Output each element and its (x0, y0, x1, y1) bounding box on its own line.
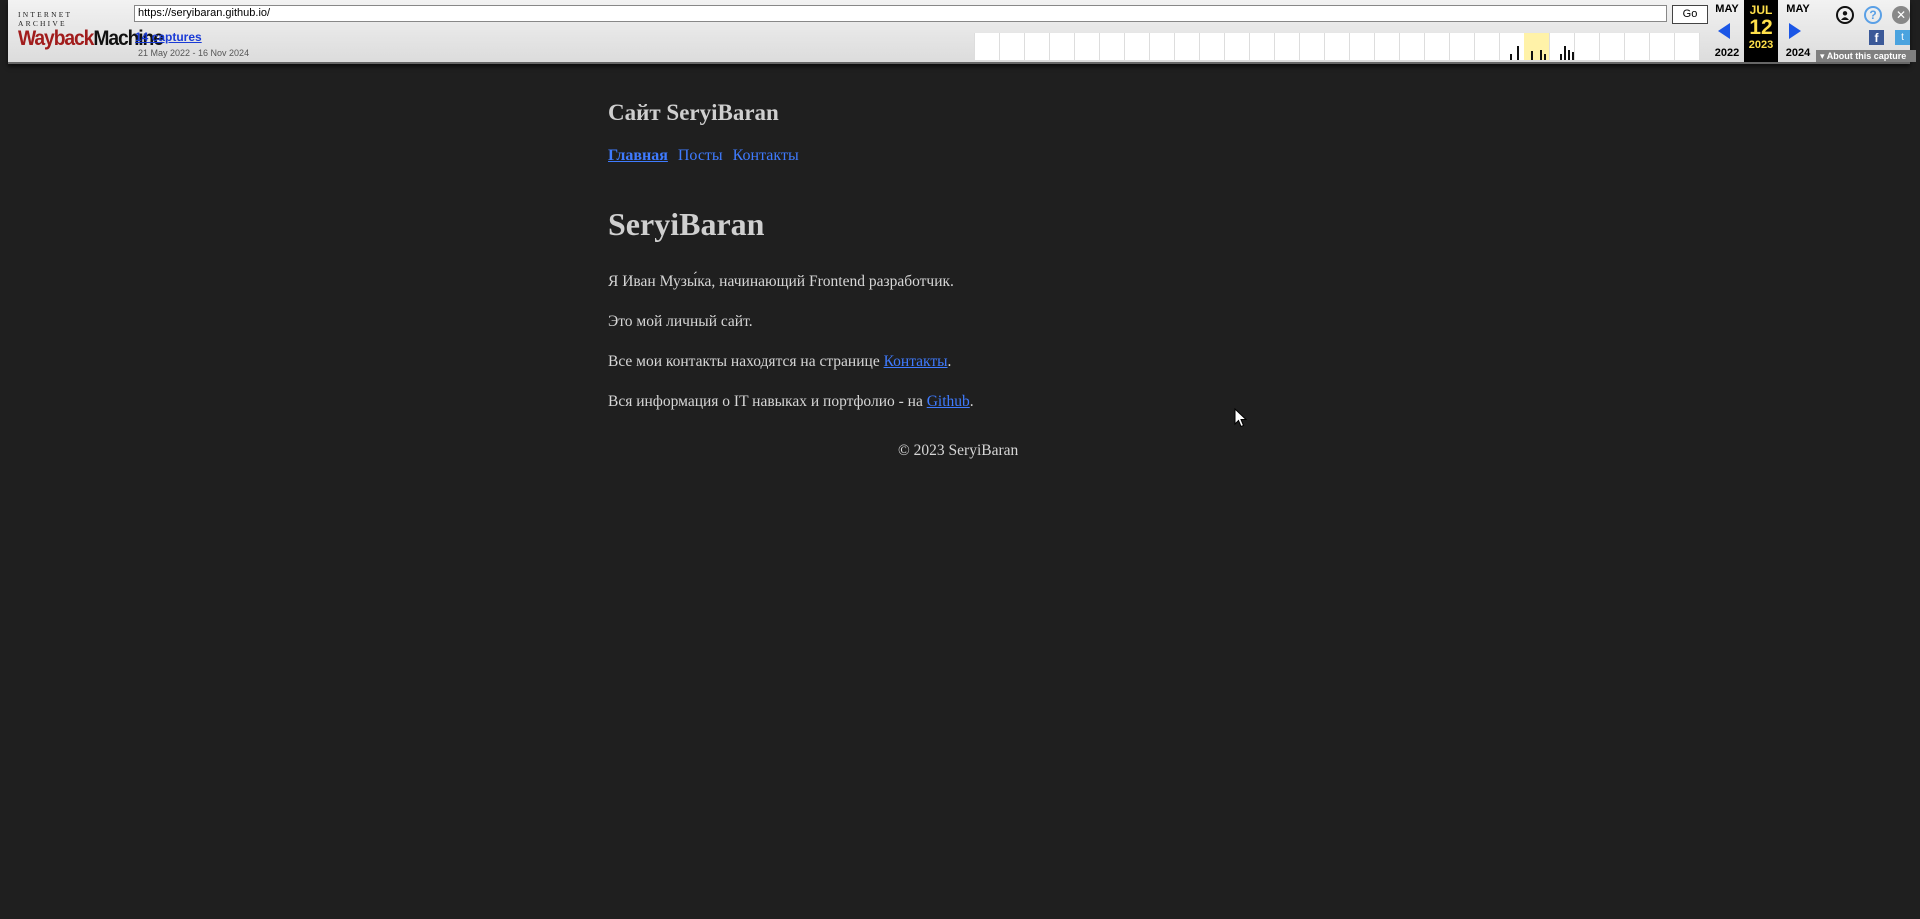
help-icon[interactable]: ? (1864, 6, 1882, 24)
current-capture-day: 12 (1749, 16, 1773, 39)
close-icon[interactable]: ✕ (1892, 6, 1910, 24)
sparkline-capture-bar (1510, 54, 1512, 60)
sparkline-year-column (1424, 33, 1425, 60)
sparkline-year-column (1224, 33, 1225, 60)
wayback-logo[interactable]: INTERNET ARCHIVE WaybackMachine (18, 10, 164, 50)
sparkline-year-column (1574, 33, 1575, 60)
chevron-down-icon: ▾ (1820, 51, 1825, 61)
sparkline-year-column (1049, 33, 1050, 60)
sparkline-capture-bar (1540, 50, 1542, 60)
sparkline-capture-bar (1572, 52, 1574, 60)
capture-date-range: 21 May 2022 - 16 Nov 2024 (138, 48, 250, 58)
go-button[interactable]: Go (1672, 5, 1708, 24)
sparkline-year-column (1474, 33, 1475, 60)
github-paragraph: Вся информация о IT навыках и портфолио … (608, 393, 974, 411)
logo-internet-archive-text: INTERNET ARCHIVE (18, 10, 73, 28)
sparkline-year-column (1449, 33, 1450, 60)
sparkline-year-column (999, 33, 1000, 60)
footer-copyright: © 2023 SeryiBaran (898, 442, 1019, 459)
facebook-icon[interactable]: f (1869, 30, 1884, 45)
sparkline-year-column (1649, 33, 1650, 60)
nav-link-contacts[interactable]: Контакты (733, 147, 799, 164)
wayback-url-input[interactable]: https://seryibaran.github.io/ (134, 5, 1667, 22)
site-nav: Главная Посты Контакты (608, 147, 805, 165)
sparkline-capture-bar (1568, 50, 1570, 60)
sparkline-year-column (1399, 33, 1400, 60)
captures-sparkline[interactable] (974, 33, 1700, 60)
sparkline-year-column (1149, 33, 1150, 60)
sparkline-year-column (1274, 33, 1275, 60)
logo-wayback-text: WaybackMachine (18, 27, 164, 50)
nav-link-posts[interactable]: Посты (678, 147, 723, 164)
prev-capture-month[interactable]: MAY (1710, 3, 1744, 15)
sparkline-capture-bar (1564, 46, 1566, 60)
mouse-cursor-icon (1234, 408, 1248, 428)
next-capture-arrow-icon[interactable] (1789, 23, 1801, 39)
sparkline-capture-bar (1517, 46, 1519, 60)
sparkline-year-column (1124, 33, 1125, 60)
sparkline-capture-bar (1544, 54, 1546, 60)
about-this-capture-button[interactable]: ▾ About this capture (1816, 50, 1916, 62)
sparkline-year-column (1299, 33, 1300, 60)
logo-wayback-part: Wayback (18, 27, 94, 50)
contacts-link[interactable]: Контакты (884, 353, 948, 370)
sparkline-year-column (974, 33, 975, 60)
sparkline-year-column (1674, 33, 1675, 60)
sparkline-year-column (1174, 33, 1175, 60)
sparkline-year-column (1349, 33, 1350, 60)
sparkline-year-column (1099, 33, 1100, 60)
next-capture-year[interactable]: 2024 (1781, 47, 1815, 59)
sparkline-year-column (1699, 33, 1700, 60)
nav-link-home[interactable]: Главная (608, 147, 668, 164)
sparkline-capture-bar (1560, 54, 1562, 60)
contacts-paragraph-text: Все мои контакты находятся на странице (608, 353, 884, 370)
personal-site-paragraph: Это мой личный сайт. (608, 313, 753, 330)
contacts-paragraph-end: . (947, 353, 952, 370)
sparkline-year-column (1249, 33, 1250, 60)
twitter-icon[interactable]: t (1895, 30, 1910, 45)
about-this-capture-label: About this capture (1826, 51, 1907, 61)
next-capture-month[interactable]: MAY (1781, 3, 1815, 15)
sparkline-year-column (1499, 33, 1500, 60)
sparkline-year-column (1374, 33, 1375, 60)
main-heading: SeryiBaran (608, 206, 765, 242)
sparkline-year-column (1624, 33, 1625, 60)
sparkline-year-column (1024, 33, 1025, 60)
contacts-paragraph: Все мои контакты находятся на странице К… (608, 353, 951, 371)
sparkline-year-column (1074, 33, 1075, 60)
prev-capture-arrow-icon[interactable] (1718, 23, 1730, 39)
github-paragraph-text: Вся информация о IT навыках и портфолио … (608, 393, 927, 410)
github-paragraph-end: . (969, 393, 974, 410)
prev-capture-year[interactable]: 2022 (1710, 47, 1744, 59)
user-icon[interactable] (1836, 6, 1854, 24)
site-title: Сайт SeryiBaran (608, 100, 779, 125)
sparkline-year-column (1599, 33, 1600, 60)
sparkline-capture-bar (1531, 51, 1533, 60)
github-link[interactable]: Github (927, 393, 970, 410)
current-capture-year: 2023 (1748, 39, 1774, 51)
intro-paragraph: Я Иван Музы́ка, начинающий Frontend разр… (608, 273, 954, 290)
captures-link[interactable]: 14 captures (135, 30, 202, 44)
current-capture-date: JUL 12 2023 (1744, 0, 1778, 62)
wayback-toolbar: INTERNET ARCHIVE WaybackMachine https://… (8, 0, 1916, 64)
current-capture-month: JUL (1749, 3, 1773, 17)
sparkline-year-column (1549, 33, 1550, 60)
sparkline-year-column (1324, 33, 1325, 60)
sparkline-year-column (1199, 33, 1200, 60)
